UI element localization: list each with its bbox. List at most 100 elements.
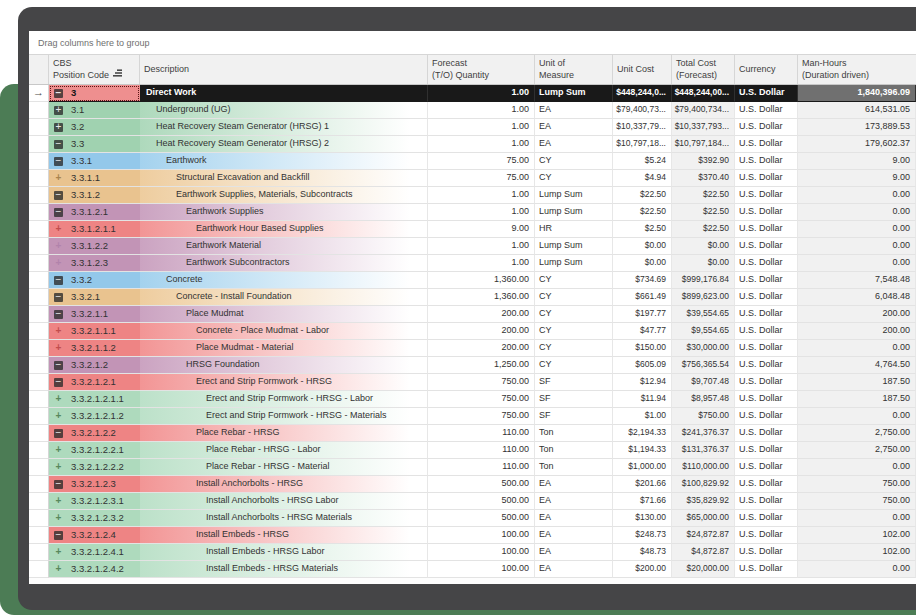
description-cell[interactable]: Earthwork Supplies xyxy=(140,204,428,221)
man-hours-cell[interactable]: 1,840,396.09 xyxy=(798,85,916,102)
description-cell[interactable]: Install Anchorbolts - HRSG Labor xyxy=(140,493,428,510)
cbs-code-cell[interactable]: −3.3.2.1.2.2 xyxy=(49,425,140,442)
man-hours-cell[interactable]: 7,548.48 xyxy=(798,272,916,289)
description-cell[interactable]: Concrete - Install Foundation xyxy=(140,289,428,306)
forecast-quantity-cell[interactable]: 200.00 xyxy=(428,306,535,323)
unit-of-measure-cell[interactable]: HR xyxy=(535,221,613,238)
cbs-code-cell[interactable]: −3 xyxy=(49,85,140,102)
currency-cell[interactable]: U.S. Dollar xyxy=(735,306,798,323)
total-cost-cell[interactable]: $370.40 xyxy=(672,170,735,187)
forecast-quantity-cell[interactable]: 200.00 xyxy=(428,340,535,357)
unit-of-measure-cell[interactable]: CY xyxy=(535,153,613,170)
man-hours-cell[interactable]: 750.00 xyxy=(798,493,916,510)
unit-of-measure-cell[interactable]: EA xyxy=(535,102,613,119)
cbs-code-cell[interactable]: −3.3.2.1.1 xyxy=(49,306,140,323)
expand-icon[interactable]: + xyxy=(54,548,63,557)
cbs-code-cell[interactable]: −3.3.1 xyxy=(49,153,140,170)
currency-cell[interactable]: U.S. Dollar xyxy=(735,238,798,255)
unit-of-measure-cell[interactable]: Ton xyxy=(535,459,613,476)
cbs-code-cell[interactable]: +3.3.2.1.2.2.2 xyxy=(49,459,140,476)
unit-of-measure-cell[interactable]: Lump Sum xyxy=(535,204,613,221)
unit-of-measure-cell[interactable]: EA xyxy=(535,476,613,493)
cbs-code-cell[interactable]: −3.3.2.1 xyxy=(49,289,140,306)
currency-cell[interactable]: U.S. Dollar xyxy=(735,170,798,187)
cbs-code-cell[interactable]: −3.3.2.1.2 xyxy=(49,357,140,374)
expand-icon[interactable]: + xyxy=(54,327,63,336)
forecast-quantity-cell[interactable]: 1.00 xyxy=(428,238,535,255)
unit-cost-cell[interactable]: $47.77 xyxy=(613,323,672,340)
currency-cell[interactable]: U.S. Dollar xyxy=(735,85,798,102)
cbs-code-cell[interactable]: −3.3.2.1.2.1 xyxy=(49,374,140,391)
unit-cost-cell[interactable]: $79,400,73... xyxy=(613,102,672,119)
expand-icon[interactable]: + xyxy=(54,565,63,574)
total-cost-cell[interactable]: $30,000.00 xyxy=(672,340,735,357)
man-hours-cell[interactable]: 4,764.50 xyxy=(798,357,916,374)
forecast-quantity-cell[interactable]: 1.00 xyxy=(428,136,535,153)
total-cost-cell[interactable]: $10,337,793... xyxy=(672,119,735,136)
column-header-qty[interactable]: Forecast(T/O) Quantity xyxy=(428,55,535,84)
cbs-code-cell[interactable]: +3.3.1.2.3 xyxy=(49,255,140,272)
unit-cost-cell[interactable]: $197.77 xyxy=(613,306,672,323)
forecast-quantity-cell[interactable]: 100.00 xyxy=(428,561,535,578)
forecast-quantity-cell[interactable]: 110.00 xyxy=(428,459,535,476)
collapse-icon[interactable]: − xyxy=(54,208,63,217)
unit-cost-cell[interactable]: $734.69 xyxy=(613,272,672,289)
total-cost-cell[interactable]: $241,376.37 xyxy=(672,425,735,442)
currency-cell[interactable]: U.S. Dollar xyxy=(735,561,798,578)
currency-cell[interactable]: U.S. Dollar xyxy=(735,289,798,306)
total-cost-cell[interactable]: $39,554.65 xyxy=(672,306,735,323)
description-cell[interactable]: Earthwork Hour Based Supplies xyxy=(140,221,428,238)
description-cell[interactable]: Earthwork Subcontractors xyxy=(140,255,428,272)
description-cell[interactable]: Place Mudmat xyxy=(140,306,428,323)
man-hours-cell[interactable]: 200.00 xyxy=(798,306,916,323)
currency-cell[interactable]: U.S. Dollar xyxy=(735,357,798,374)
forecast-quantity-cell[interactable]: 1,250.00 xyxy=(428,357,535,374)
cbs-code-cell[interactable]: +3.3.1.1 xyxy=(49,170,140,187)
unit-of-measure-cell[interactable]: CY xyxy=(535,170,613,187)
unit-of-measure-cell[interactable]: EA xyxy=(535,119,613,136)
total-cost-cell[interactable]: $392.90 xyxy=(672,153,735,170)
description-cell[interactable]: Underground (UG) xyxy=(140,102,428,119)
total-cost-cell[interactable]: $22.50 xyxy=(672,187,735,204)
man-hours-cell[interactable]: 750.00 xyxy=(798,476,916,493)
cbs-code-cell[interactable]: +3.3.2.1.2.3.2 xyxy=(49,510,140,527)
currency-cell[interactable]: U.S. Dollar xyxy=(735,493,798,510)
unit-of-measure-cell[interactable]: Ton xyxy=(535,442,613,459)
expand-icon[interactable]: + xyxy=(54,395,63,404)
man-hours-cell[interactable]: 187.50 xyxy=(798,391,916,408)
unit-of-measure-cell[interactable]: Lump Sum xyxy=(535,238,613,255)
cbs-code-cell[interactable]: +3.3.2.1.2.4.1 xyxy=(49,544,140,561)
expand-icon[interactable]: + xyxy=(54,497,63,506)
forecast-quantity-cell[interactable]: 100.00 xyxy=(428,544,535,561)
total-cost-cell[interactable]: $20,000.00 xyxy=(672,561,735,578)
column-header-curr[interactable]: Currency xyxy=(735,55,798,84)
currency-cell[interactable]: U.S. Dollar xyxy=(735,221,798,238)
unit-cost-cell[interactable]: $661.49 xyxy=(613,289,672,306)
unit-of-measure-cell[interactable]: EA xyxy=(535,136,613,153)
unit-cost-cell[interactable]: $2,194.33 xyxy=(613,425,672,442)
collapse-icon[interactable]: − xyxy=(54,531,63,540)
expand-icon[interactable]: + xyxy=(54,259,63,268)
unit-of-measure-cell[interactable]: CY xyxy=(535,272,613,289)
man-hours-cell[interactable]: 179,602.37 xyxy=(798,136,916,153)
total-cost-cell[interactable]: $35,829.92 xyxy=(672,493,735,510)
total-cost-cell[interactable]: $750.00 xyxy=(672,408,735,425)
man-hours-cell[interactable]: 0.00 xyxy=(798,238,916,255)
unit-of-measure-cell[interactable]: SF xyxy=(535,391,613,408)
collapse-icon[interactable]: − xyxy=(54,361,63,370)
currency-cell[interactable]: U.S. Dollar xyxy=(735,459,798,476)
total-cost-cell[interactable]: $0.00 xyxy=(672,238,735,255)
man-hours-cell[interactable]: 6,048.48 xyxy=(798,289,916,306)
cbs-code-cell[interactable]: −3.3.1.2 xyxy=(49,187,140,204)
cbs-code-cell[interactable]: +3.3.2.1.2.3.1 xyxy=(49,493,140,510)
group-by-bar[interactable]: Drag columns here to group xyxy=(29,31,916,54)
forecast-quantity-cell[interactable]: 75.00 xyxy=(428,153,535,170)
collapse-icon[interactable]: − xyxy=(54,89,63,98)
description-cell[interactable]: Heat Recovery Steam Generator (HRSG) 2 xyxy=(140,136,428,153)
currency-cell[interactable]: U.S. Dollar xyxy=(735,187,798,204)
unit-cost-cell[interactable]: $150.00 xyxy=(613,340,672,357)
expand-icon[interactable]: + xyxy=(54,225,63,234)
unit-cost-cell[interactable]: $71.66 xyxy=(613,493,672,510)
total-cost-cell[interactable]: $9,707.48 xyxy=(672,374,735,391)
cbs-code-cell[interactable]: −3.3.2.1.2.4 xyxy=(49,527,140,544)
